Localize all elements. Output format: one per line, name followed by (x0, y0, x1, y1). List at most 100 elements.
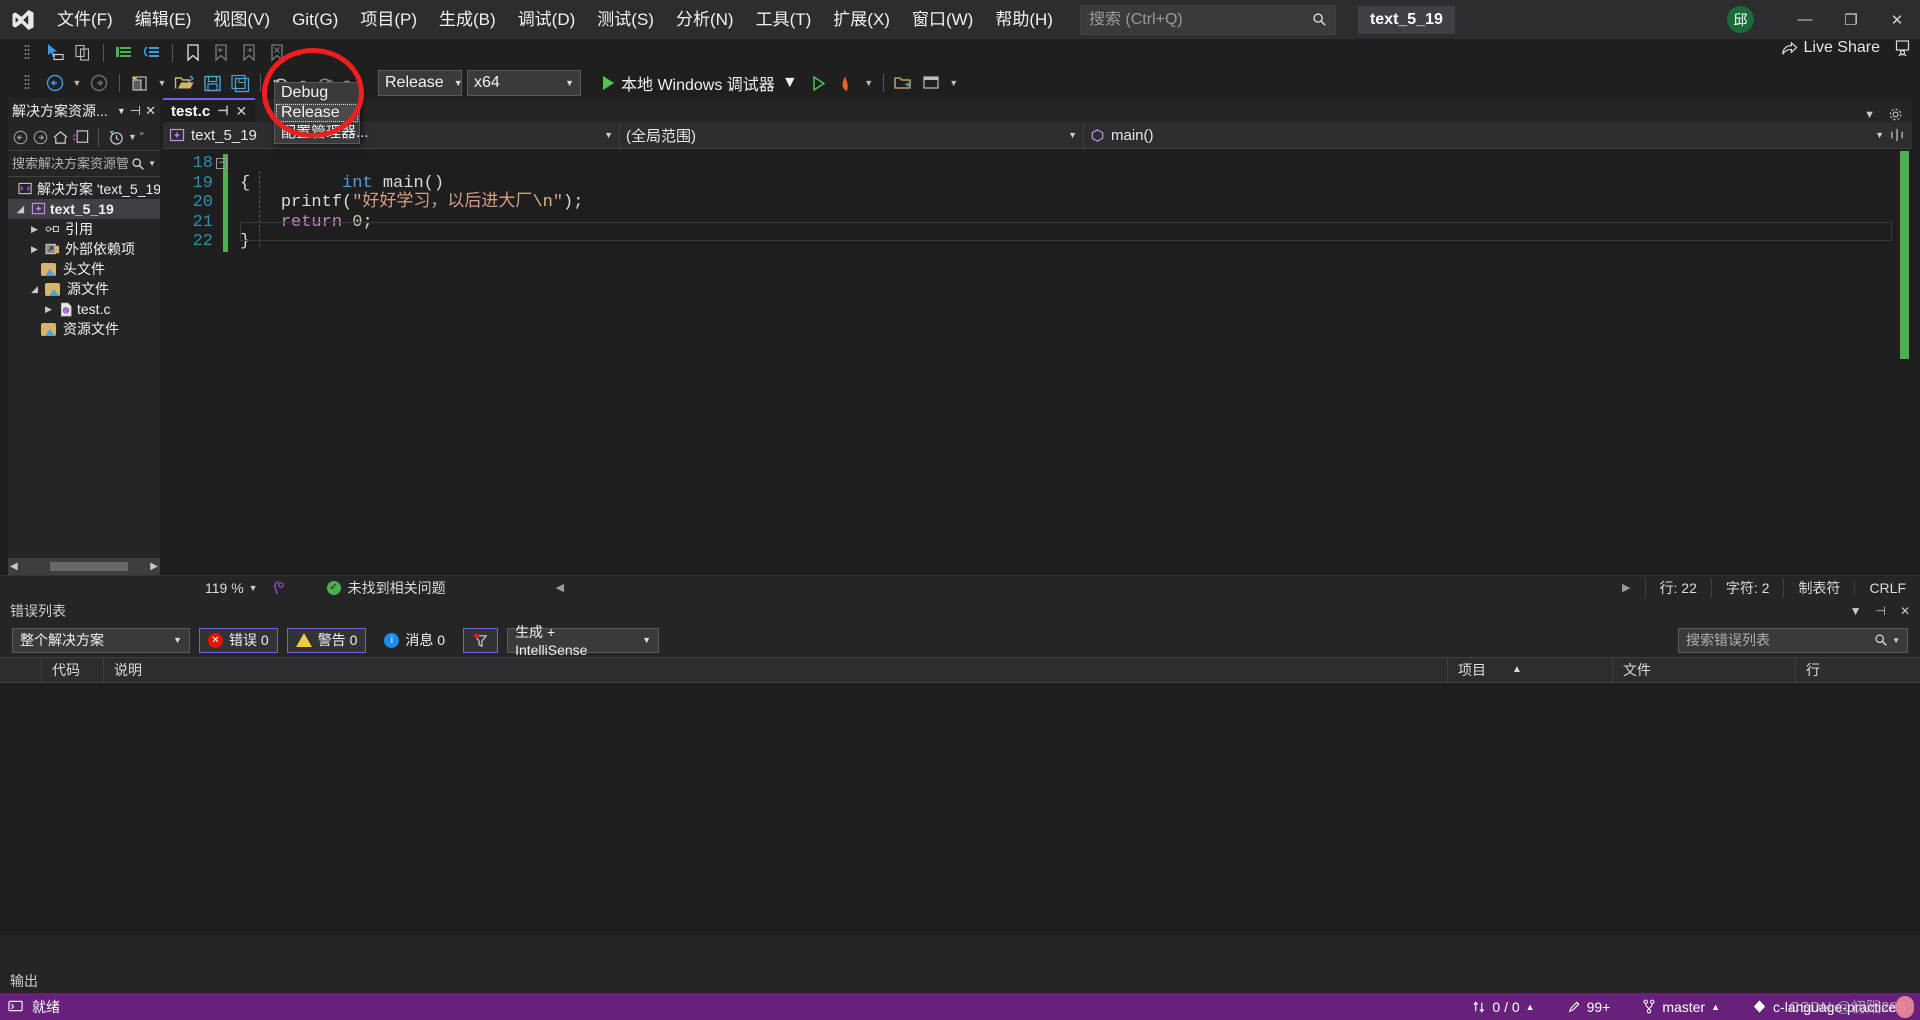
branch-status[interactable]: master ▲ (1626, 999, 1736, 1015)
solution-configuration-combo[interactable]: Release ▼ (378, 70, 463, 96)
menu-tools[interactable]: 工具(T) (745, 0, 823, 39)
new-project-icon[interactable] (127, 71, 153, 95)
menu-file[interactable]: 文件(F) (46, 0, 124, 39)
solution-search-input[interactable] (12, 156, 132, 171)
menu-debug[interactable]: 调试(D) (507, 0, 587, 39)
menu-project[interactable]: 项目(P) (349, 0, 428, 39)
dropdown-option-config-manager[interactable]: 配置管理器... (275, 123, 369, 143)
bookmark-icon[interactable] (180, 41, 206, 65)
menu-build[interactable]: 生成(B) (428, 0, 507, 39)
tree-node-references[interactable]: ▶ 引用 (8, 219, 160, 239)
pin-icon[interactable]: ⊣ (1875, 604, 1885, 618)
comment-lines-icon[interactable] (111, 41, 137, 65)
warnings-filter-button[interactable]: 警告 0 (286, 627, 367, 653)
nav-scope-combo[interactable]: (全局范围) ▼ (620, 121, 1084, 149)
pending-changes-status[interactable]: 99+ (1551, 999, 1627, 1015)
search-input[interactable] (1088, 10, 1312, 29)
column-file[interactable]: 文件 (1613, 657, 1796, 683)
twisty-expanded-icon[interactable]: ◢ (14, 204, 27, 215)
grip-handle[interactable] (14, 41, 40, 65)
solution-configuration-dropdown[interactable]: Debug Release 配置管理器... (274, 82, 369, 144)
open-file-icon[interactable] (171, 71, 197, 95)
chevron-down-icon[interactable]: ▼ (249, 583, 258, 593)
navigate-back-icon[interactable] (12, 129, 29, 146)
select-pointer-icon[interactable] (42, 41, 68, 65)
tree-node-header-files[interactable]: 头文件 (8, 259, 160, 279)
tree-node-solution[interactable]: 解决方案 'text_5_19 (8, 179, 160, 199)
column-line[interactable]: 行 (1796, 657, 1896, 683)
solution-platform-combo[interactable]: x64 ▼ (467, 70, 581, 96)
pin-icon[interactable]: ⊣ (217, 103, 228, 119)
chevron-down-icon[interactable]: ▼ (1892, 636, 1900, 645)
code-line-18[interactable]: − int main() (216, 154, 1912, 193)
hot-reload-icon[interactable] (834, 71, 860, 95)
solution-explorer-hscrollbar[interactable]: ◀ ▶ (8, 558, 160, 575)
menu-window[interactable]: 窗口(W) (901, 0, 984, 39)
navigate-forward-icon[interactable] (86, 71, 112, 95)
filter-settings-button[interactable] (463, 627, 499, 653)
editor-tab-test-c[interactable]: test.c ⊣ ✕ (163, 98, 256, 122)
tree-node-test-c[interactable]: ▶ C test.c (8, 299, 160, 319)
new-dropdown-icon[interactable]: ▼ (155, 78, 169, 88)
issue-status[interactable]: ✓ 未找到相关问题 (326, 578, 446, 598)
scroll-left-icon[interactable]: ◀ (556, 581, 564, 594)
output-panel-header[interactable]: 输出 (0, 969, 1920, 993)
code-text[interactable]: − int main() { printf("好好学习，以后进大厂\n"); re… (216, 149, 1912, 575)
pending-changes-icon[interactable] (107, 129, 125, 146)
switch-views-icon[interactable] (72, 129, 90, 146)
chevron-down-icon[interactable]: ▼ (128, 132, 137, 142)
code-editor[interactable]: 18 19 20 21 22 − int main() { printf("好好学… (163, 149, 1912, 575)
twisty-collapsed-icon[interactable]: ▶ (28, 224, 41, 235)
search-icon[interactable] (1874, 633, 1888, 647)
nav-member-combo[interactable]: main() ▼ (1084, 122, 1890, 149)
repository-status[interactable]: c-language-practice (1736, 999, 1912, 1015)
menu-view[interactable]: 视图(V) (202, 0, 281, 39)
chevron-down-icon[interactable]: ▼ (148, 159, 156, 168)
collapse-region-icon[interactable]: − (216, 158, 227, 169)
column-icon[interactable] (0, 657, 42, 683)
column-description[interactable]: 说明 (104, 657, 1448, 683)
tree-node-resource-files[interactable]: 资源文件 (8, 319, 160, 339)
twisty-collapsed-icon[interactable]: ▶ (42, 304, 55, 315)
menu-test[interactable]: 测试(S) (586, 0, 665, 39)
tree-node-source-files[interactable]: ◢ 源文件 (8, 279, 160, 299)
scroll-left-icon[interactable]: ◀ (10, 561, 18, 572)
chevron-down-icon[interactable]: ▼ (1864, 109, 1875, 121)
toolbar-overflow-icon[interactable]: ▼ (292, 48, 306, 58)
start-without-debugging-icon[interactable] (806, 71, 832, 95)
hot-reload-dropdown-icon[interactable]: ▼ (862, 78, 876, 88)
error-scope-combo[interactable]: 整个解决方案 ▼ (12, 627, 190, 653)
grip-handle[interactable] (14, 71, 40, 95)
chevron-down-icon[interactable]: ▼ (782, 74, 798, 92)
nav-project-combo[interactable]: text_5_19 ▼ (163, 121, 620, 149)
chevron-down-icon[interactable]: ▼ (117, 106, 126, 116)
select-startup-item-icon[interactable] (891, 71, 917, 95)
dropdown-option-debug[interactable]: Debug (275, 83, 359, 103)
messages-filter-button[interactable]: i 消息 0 (375, 628, 454, 653)
save-all-icon[interactable] (227, 71, 253, 95)
error-list-rows[interactable] (0, 683, 1920, 935)
avatar[interactable]: 邱 (1727, 6, 1754, 33)
close-icon[interactable]: ✕ (236, 103, 248, 120)
chevron-down-icon[interactable]: ▼ (1850, 604, 1862, 618)
menu-git[interactable]: Git(G) (281, 0, 349, 39)
overflow-icon[interactable]: ” (140, 131, 144, 143)
build-intellisense-combo[interactable]: 生成 + IntelliSense ▼ (507, 624, 660, 658)
scroll-right-icon[interactable]: ▶ (150, 561, 158, 572)
tree-node-external-deps[interactable]: ▶ 外部依赖项 (8, 239, 160, 259)
indentation-mode[interactable]: 制表符 (1783, 577, 1854, 598)
editor-vertical-scrollbar[interactable] (1897, 149, 1912, 575)
menu-analyze[interactable]: 分析(N) (665, 0, 745, 39)
column-project[interactable]: 项目 ▲ (1448, 657, 1613, 683)
scrollbar-thumb[interactable] (1900, 151, 1909, 359)
twisty-expanded-icon[interactable]: ◢ (28, 284, 41, 295)
error-search-input[interactable] (1686, 632, 1875, 648)
start-debugging-button[interactable]: 本地 Windows 调试器 ▼ (597, 70, 804, 96)
line-ending-mode[interactable]: CRLF (1854, 579, 1920, 596)
window-layout-icon[interactable] (919, 71, 945, 95)
errors-filter-button[interactable]: ✕ 错误 0 (199, 627, 278, 653)
close-icon[interactable]: ✕ (1900, 604, 1910, 618)
settings-gear-icon[interactable] (1888, 107, 1903, 122)
scrollbar-thumb[interactable] (50, 562, 128, 571)
menu-extensions[interactable]: 扩展(X) (822, 0, 901, 39)
